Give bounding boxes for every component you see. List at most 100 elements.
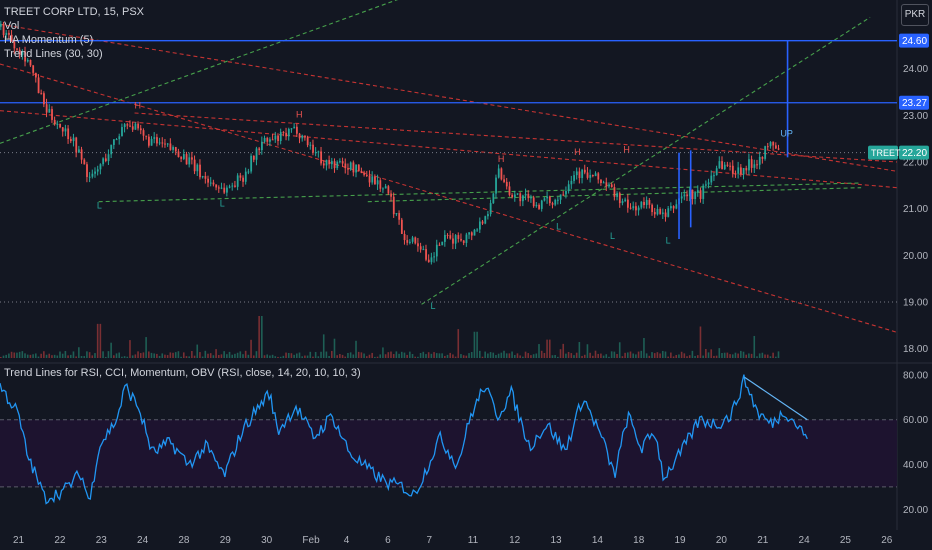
volume-bar <box>72 351 75 358</box>
volume-bar <box>26 354 29 358</box>
symbol-title[interactable]: TREET CORP LTD, 15, PSX <box>4 6 144 18</box>
candle-body <box>263 137 266 142</box>
volume-bar <box>78 347 80 358</box>
volume-bar <box>228 351 231 358</box>
candle-body <box>511 194 514 198</box>
candle-body <box>212 182 215 185</box>
candle-body <box>312 144 314 153</box>
volume-bar <box>215 349 217 358</box>
volume-bar <box>672 356 675 358</box>
volume-bar <box>635 354 637 358</box>
candle-body <box>207 178 210 183</box>
volume-bar <box>99 323 102 358</box>
candle-body <box>659 208 662 214</box>
candle-body <box>750 159 753 168</box>
pivot-label: L <box>97 201 102 211</box>
candle-body <box>769 142 772 147</box>
volume-bar <box>29 354 32 358</box>
candle-body <box>239 175 242 178</box>
candle-body <box>204 176 207 179</box>
candle-body <box>640 201 643 208</box>
ha-momentum-legend[interactable]: HA Momentum (5) <box>4 34 93 46</box>
volume-bar <box>648 355 651 358</box>
volume-bar <box>476 331 478 358</box>
volume-bar <box>661 350 664 358</box>
candle-body <box>503 179 506 182</box>
candle-body <box>748 159 750 171</box>
candle-body <box>457 235 460 239</box>
oscillator-legend[interactable]: Trend Lines for RSI, CCI, Momentum, OBV … <box>4 367 361 379</box>
candle-body <box>581 169 584 178</box>
volume-bar <box>621 356 624 358</box>
volume-bar <box>217 354 220 358</box>
candle-body <box>702 185 705 199</box>
volume-bar <box>460 354 462 358</box>
candle-body <box>67 128 70 140</box>
candle-body <box>261 141 263 151</box>
volume-bar <box>438 353 441 358</box>
candle-body <box>656 208 659 215</box>
time-axis-tick: 24 <box>799 535 811 546</box>
candle-body <box>540 200 543 209</box>
candle-body <box>543 198 546 201</box>
candle-body <box>317 151 320 153</box>
candle-body <box>438 244 441 246</box>
candle-body <box>244 171 247 182</box>
chart-svg[interactable]: 25.0024.0023.0022.0021.0020.0019.0018.00… <box>0 0 932 550</box>
time-axis-tick: 20 <box>716 535 728 546</box>
candle-body <box>621 201 624 204</box>
volume-bar <box>559 349 562 358</box>
volume-bar <box>624 352 626 358</box>
volume-bar <box>723 352 726 358</box>
volume-bar <box>8 353 10 358</box>
volume-bar <box>252 355 255 358</box>
candle-body <box>298 133 301 139</box>
volume-bar <box>470 352 473 358</box>
volume-bar <box>61 353 64 358</box>
volume-bar <box>548 339 551 358</box>
volume-bar <box>169 352 172 358</box>
candle-body <box>247 171 250 173</box>
candle-body <box>269 139 271 142</box>
volume-bar <box>688 355 691 358</box>
candle-body <box>602 182 605 184</box>
candle-body <box>223 187 226 193</box>
candle-body <box>339 161 341 163</box>
candle-body <box>597 173 600 180</box>
trend-lines-legend[interactable]: Trend Lines (30, 30) <box>4 48 103 60</box>
candle-body <box>231 185 234 187</box>
volume-bar <box>734 352 737 358</box>
time-axis-tick: 23 <box>96 535 108 546</box>
candle-body <box>411 237 414 242</box>
candle-body <box>653 212 656 215</box>
volume-bar <box>344 356 347 358</box>
volume-bar <box>753 335 756 358</box>
volume-bar <box>670 352 672 358</box>
candle-body <box>158 142 161 144</box>
volume-legend[interactable]: Vol <box>4 20 19 32</box>
candle-body <box>492 193 495 204</box>
volume-bar <box>481 356 484 358</box>
candle-body <box>344 163 347 169</box>
candle-body <box>296 126 298 134</box>
volume-bar <box>53 354 56 358</box>
volume-bar <box>48 353 51 358</box>
candle-body <box>83 159 86 165</box>
candle-body <box>110 144 113 155</box>
volume-bar <box>298 352 301 358</box>
volume-bar <box>395 351 398 358</box>
candle-body <box>500 168 503 180</box>
candle-body <box>148 136 150 146</box>
volume-bar <box>433 352 435 358</box>
volume-bar <box>629 351 632 358</box>
candle-body <box>360 170 363 174</box>
price-axis-tick: 20.00 <box>903 251 928 262</box>
currency-button[interactable]: PKR <box>901 4 929 26</box>
candle-body <box>277 135 279 142</box>
volume-bar <box>309 351 312 358</box>
volume-bar <box>365 356 368 358</box>
candle-body <box>226 187 228 193</box>
volume-bar <box>177 351 180 358</box>
volume-bar <box>758 353 761 358</box>
volume-bar <box>360 352 363 358</box>
